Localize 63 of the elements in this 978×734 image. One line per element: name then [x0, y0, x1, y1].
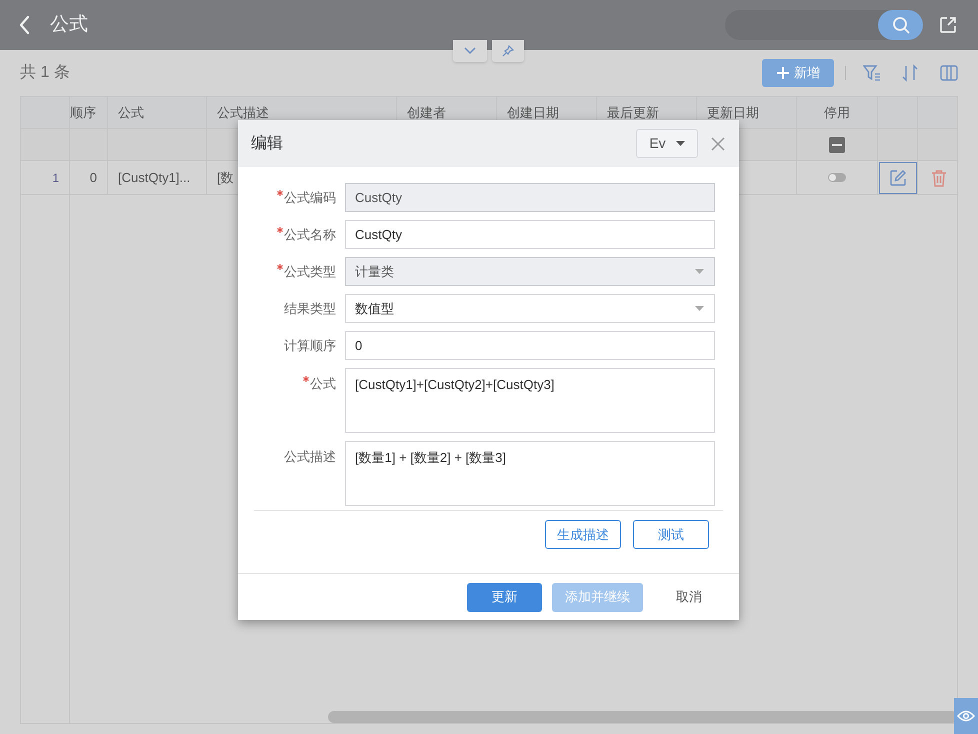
caret-icon: [676, 141, 685, 146]
input-field: CustQty: [345, 183, 715, 212]
field-label: 公式: [254, 368, 345, 394]
select-field[interactable]: 数值型: [345, 294, 715, 323]
back-icon[interactable]: [19, 15, 31, 35]
required-icon: [277, 226, 283, 233]
checkbox[interactable]: [829, 136, 845, 152]
action-button[interactable]: 测试: [633, 520, 709, 549]
search-button[interactable]: [878, 10, 923, 40]
input-field[interactable]: 0: [345, 331, 715, 360]
text-area[interactable]: [数量1] + [数量2] + [数量3]: [345, 441, 715, 506]
edit-button[interactable]: [878, 162, 916, 194]
collapse-button[interactable]: [453, 40, 487, 62]
field-label: 公式编码: [254, 188, 345, 208]
field-label: 公式类型: [254, 262, 345, 282]
column-header: 创建者: [407, 104, 446, 122]
footer-button[interactable]: 取消: [663, 582, 715, 612]
action-button[interactable]: 生成描述: [545, 520, 621, 549]
field-label: 结果类型: [283, 300, 337, 318]
field-label: 公式描述: [283, 448, 337, 466]
columns-icon[interactable]: [940, 65, 958, 81]
dialog-title: 编辑: [251, 134, 283, 154]
row-number: 1: [52, 170, 59, 186]
close-icon[interactable]: [711, 136, 725, 150]
text-area[interactable]: [CustQty1]+[CustQty2]+[CustQty3]: [345, 368, 715, 433]
edit-icon: [888, 168, 906, 186]
export-icon[interactable]: [939, 16, 957, 34]
required-icon: [277, 190, 283, 196]
eye-icon: [957, 710, 975, 722]
record-count: 共 1 条: [20, 62, 70, 83]
caret-icon: [695, 269, 704, 274]
required-icon: [303, 376, 309, 382]
field-label: 公式名称: [254, 224, 345, 244]
plus-icon: [776, 66, 790, 80]
select-field: 计量类: [345, 257, 715, 286]
sort-icon[interactable]: [901, 64, 919, 82]
table-cell-text: [数: [217, 168, 234, 187]
required-icon: [277, 264, 283, 270]
pin-icon: [502, 45, 514, 57]
table-cell-text: [CustQty1]...: [118, 168, 190, 187]
column-header: 创建日期: [507, 104, 559, 122]
search-icon: [892, 16, 910, 34]
toggle-switch[interactable]: [828, 173, 846, 182]
chevron-down-icon: [464, 47, 476, 55]
column-header: 更新日期: [707, 104, 759, 122]
view-button[interactable]: [954, 698, 978, 734]
table-cell-text: 0: [90, 168, 97, 187]
column-header: 公式: [118, 104, 144, 122]
input-field[interactable]: CustQty: [345, 220, 715, 249]
caret-icon: [695, 306, 704, 311]
pin-button[interactable]: [492, 40, 524, 62]
column-header: 公式描述: [217, 104, 269, 122]
footer-button: 添加并继续: [552, 582, 643, 612]
language-dropdown[interactable]: Ev: [636, 129, 698, 158]
search-field[interactable]: [725, 10, 923, 40]
column-header: 停用: [824, 104, 850, 122]
footer-button[interactable]: 更新: [467, 582, 542, 612]
delete-icon[interactable]: [930, 168, 946, 186]
column-header: 顺序: [70, 104, 96, 122]
page-title: 公式: [50, 12, 88, 37]
field-label: 计算顺序: [283, 336, 337, 355]
filter-icon[interactable]: [863, 64, 881, 82]
column-header: 最后更新: [607, 104, 659, 122]
